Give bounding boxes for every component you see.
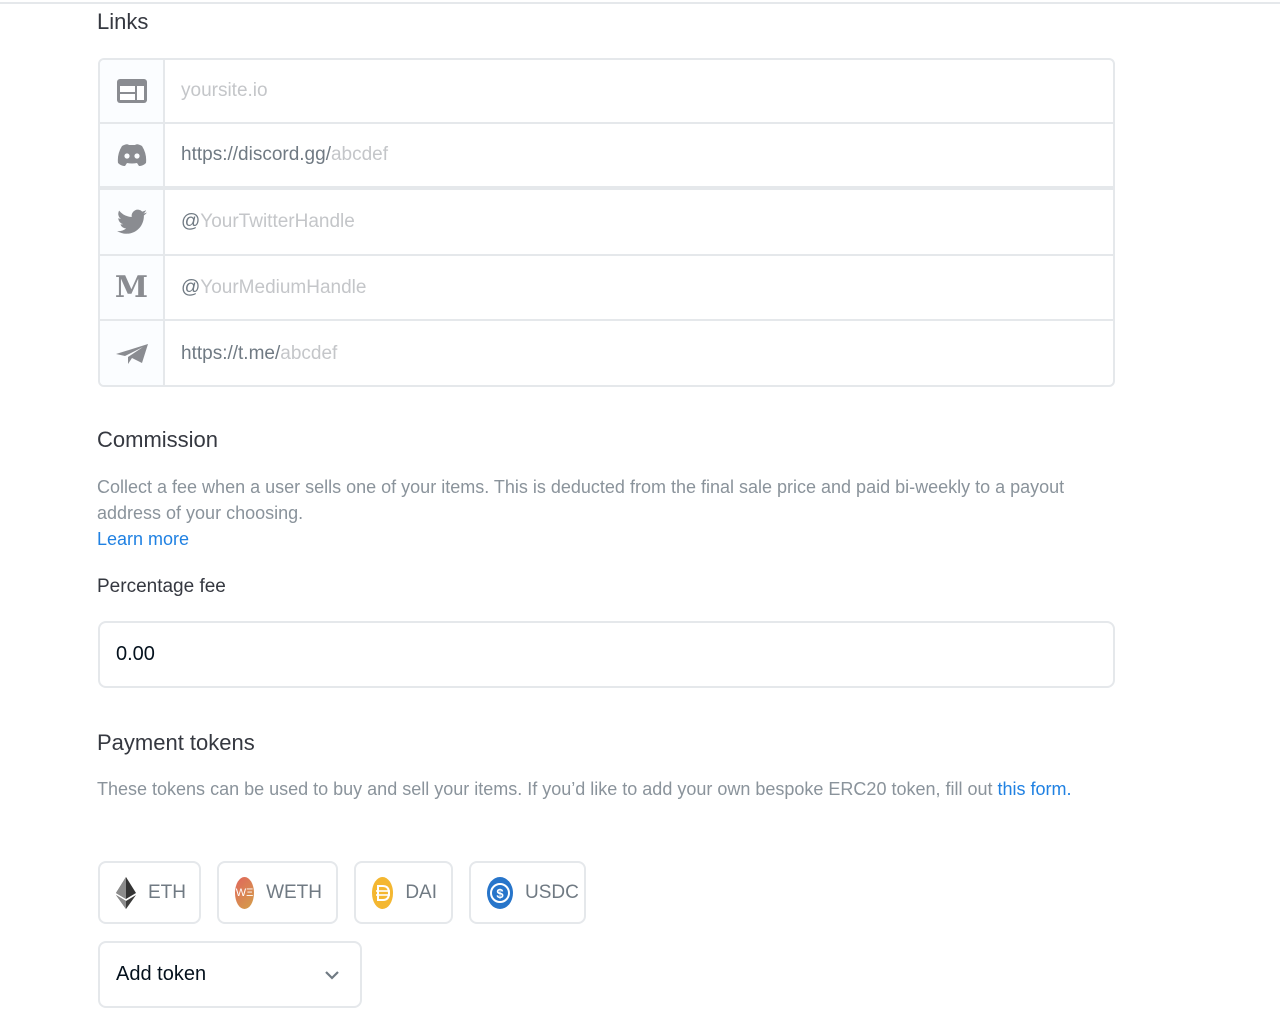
link-row-website: yoursite.io xyxy=(100,60,1113,124)
payment-tokens-description-text: These tokens can be used to buy and sell… xyxy=(97,779,998,799)
commission-description-text: Collect a fee when a user sells one of y… xyxy=(97,477,1065,523)
link-row-medium: M @ YourMediumHandle xyxy=(100,256,1113,321)
link-row-telegram: https://t.me/abcdef xyxy=(100,321,1113,385)
payment-tokens-description: These tokens can be used to buy and sell… xyxy=(97,776,1097,802)
twitter-icon xyxy=(100,190,165,254)
twitter-input[interactable]: @ YourTwitterHandle xyxy=(165,190,1113,254)
this-form-link[interactable]: this form. xyxy=(998,779,1072,799)
website-icon xyxy=(100,60,165,122)
top-divider xyxy=(0,2,1280,4)
link-row-twitter: @ YourTwitterHandle xyxy=(100,190,1113,256)
percentage-fee-label: Percentage fee xyxy=(97,576,226,597)
usdc-icon: $ xyxy=(487,876,513,909)
token-label: DAI xyxy=(405,881,437,903)
token-label: ETH xyxy=(148,881,186,903)
website-input[interactable]: yoursite.io xyxy=(165,60,1113,122)
token-label: USDC xyxy=(525,881,579,903)
eth-icon xyxy=(116,876,136,909)
link-row-discord: https://discord.gg/abcdef xyxy=(100,124,1113,190)
percentage-fee-input[interactable]: 0.00 xyxy=(98,621,1115,688)
commission-heading: Commission xyxy=(97,427,219,452)
dai-icon xyxy=(372,876,394,909)
links-group: yoursite.io https://discord.gg/abcdef @ Y… xyxy=(98,58,1115,387)
medium-input[interactable]: @ YourMediumHandle xyxy=(165,256,1113,319)
chevron-down-icon xyxy=(324,963,340,986)
token-weth[interactable]: WΞ WETH xyxy=(217,861,338,924)
svg-text:$: $ xyxy=(496,886,504,901)
token-label: WETH xyxy=(266,881,322,903)
token-usdc[interactable]: $ USDC xyxy=(469,861,586,924)
discord-icon xyxy=(100,124,165,186)
payment-tokens-heading: Payment tokens xyxy=(97,730,255,755)
discord-input[interactable]: https://discord.gg/abcdef xyxy=(165,124,1113,186)
token-dai[interactable]: DAI xyxy=(354,861,453,924)
telegram-input[interactable]: https://t.me/abcdef xyxy=(165,321,1113,385)
add-token-label: Add token xyxy=(116,963,207,985)
telegram-icon xyxy=(100,321,165,385)
token-eth[interactable]: ETH xyxy=(98,861,201,924)
links-heading: Links xyxy=(97,9,149,34)
commission-description: Collect a fee when a user sells one of y… xyxy=(97,474,1087,552)
weth-icon: WΞ xyxy=(235,876,255,909)
add-token-dropdown[interactable]: Add token xyxy=(98,941,362,1008)
medium-icon: M xyxy=(100,256,165,319)
learn-more-link[interactable]: Learn more xyxy=(97,529,189,549)
